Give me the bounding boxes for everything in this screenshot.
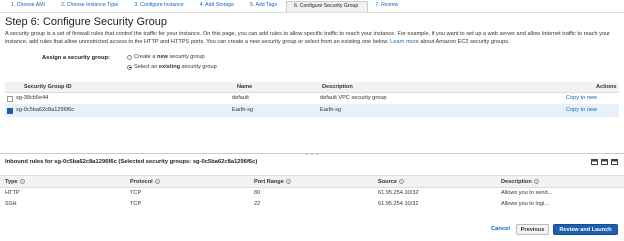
inbound-rules-title: Inbound rules for sg-0c5ba62c8a1296f6c (…: [5, 159, 258, 165]
rule-source-cell: 61.95.254.10/32: [378, 190, 419, 196]
rule-type-cell: SSH: [5, 201, 17, 207]
rule-source-cell: 61.95.254.10/32: [378, 201, 419, 207]
rule-port-cell: 22: [254, 201, 261, 207]
row-checkbox[interactable]: [7, 108, 13, 114]
full-view-icon[interactable]: [611, 159, 618, 165]
radio-create-new-post: security group: [169, 54, 205, 60]
wizard-step-choose-ami[interactable]: 1. Choose AMI: [4, 1, 54, 12]
radio-existing-post: security group: [181, 64, 217, 70]
sg-description-cell: default VPC security group: [320, 95, 387, 101]
radio-create-new-pre: Create a: [134, 54, 156, 60]
rule-protocol-cell: TCP: [130, 190, 142, 196]
sg-name-cell: Earth-sg: [232, 107, 254, 113]
col-port-label: Port Range: [254, 179, 284, 185]
inbound-rules-table: Type i Protocol i Port Range i Source i Desc…: [0, 175, 624, 210]
col-header-type: Type i: [5, 176, 25, 188]
radio-create-new-bold: new: [157, 54, 168, 60]
col-protocol-label: Protocol: [130, 179, 153, 185]
table-row[interactable]: sg-38cb5e44 default default VPC security…: [5, 93, 619, 105]
col-header-description[interactable]: Description: [322, 82, 353, 93]
rule-port-cell: 80: [254, 190, 261, 196]
review-and-launch-button[interactable]: Review and Launch: [553, 224, 618, 235]
col-desc-label: Description: [501, 179, 532, 185]
wizard-step-review[interactable]: 7. Review: [368, 1, 407, 12]
sg-id-cell: sg-38cb5e44: [16, 95, 49, 101]
table-row: HTTP TCP 80 61.95.254.10/32 Allows you t…: [0, 188, 624, 199]
resize-grip-icon[interactable]: • • •: [306, 152, 319, 158]
sg-description-cell: Earth-sg: [320, 107, 342, 113]
cancel-button[interactable]: Cancel: [491, 226, 510, 232]
radio-existing-bold: existing: [158, 64, 181, 70]
info-icon[interactable]: i: [533, 179, 539, 185]
info-icon[interactable]: i: [398, 179, 404, 185]
radio-select-existing-button[interactable]: [127, 64, 132, 70]
previous-button[interactable]: Previous: [516, 224, 549, 235]
col-header-name[interactable]: Name: [237, 82, 252, 93]
bottom-view-icon[interactable]: [601, 159, 608, 165]
col-header-port-range: Port Range i: [254, 176, 291, 188]
sg-table-header: Security Group ID Name Description Actio…: [5, 82, 619, 93]
radio-create-new[interactable]: Create a new security group: [127, 54, 205, 60]
split-view-icon[interactable]: [591, 159, 598, 165]
sg-id-cell: sg-0c5ba62c8a1296f6c: [16, 107, 75, 113]
security-group-table: Security Group ID Name Description Actio…: [5, 82, 619, 117]
row-checkbox[interactable]: [7, 96, 13, 102]
col-header-description: Description i: [501, 176, 539, 188]
radio-select-existing[interactable]: Select an existing security group: [127, 64, 217, 70]
rule-protocol-cell: TCP: [130, 201, 142, 207]
info-icon[interactable]: i: [154, 179, 160, 185]
inbound-table-header: Type i Protocol i Port Range i Source i Desc…: [0, 175, 624, 188]
info-icon[interactable]: i: [19, 179, 25, 185]
radio-create-new-button[interactable]: [127, 54, 132, 60]
wizard-step-configure-instance[interactable]: 3. Configure Instance: [127, 1, 192, 12]
description-text: A security group is a set of firewall ru…: [5, 31, 611, 45]
rule-description-cell: Allows you to send...: [501, 190, 553, 196]
table-row[interactable]: sg-0c5ba62c8a1296f6c Earth-sg Earth-sg C…: [5, 105, 619, 117]
wizard-steps: 1. Choose AMI 2. Choose Instance Type 3.…: [0, 0, 624, 13]
page-title: Step 6: Configure Security Group: [5, 16, 168, 28]
rule-description-cell: Allows you to logi...: [501, 201, 549, 207]
wizard-step-add-storage[interactable]: 4. Add Storage: [193, 1, 243, 12]
col-type-label: Type: [5, 179, 18, 185]
col-header-sg-id[interactable]: Security Group ID: [24, 82, 72, 93]
col-source-label: Source: [378, 179, 397, 185]
col-header-protocol: Protocol i: [130, 176, 160, 188]
sg-name-cell: default: [232, 95, 249, 101]
description-tail: about Amazon EC2 security groups.: [420, 39, 510, 45]
rule-type-cell: HTTP: [5, 190, 20, 196]
copy-to-new-link[interactable]: Copy to new: [566, 93, 597, 104]
table-row: SSH TCP 22 61.95.254.10/32 Allows you to…: [0, 199, 624, 210]
copy-to-new-link[interactable]: Copy to new: [566, 105, 597, 116]
info-icon[interactable]: i: [285, 179, 291, 185]
wizard-step-security-group[interactable]: 6. Configure Security Group: [285, 1, 369, 12]
wizard-step-add-tags[interactable]: 5. Add Tags: [243, 1, 286, 12]
col-header-actions: Actions: [596, 84, 617, 90]
col-header-source: Source i: [378, 176, 404, 188]
assign-sg-label: Assign a security group:: [42, 55, 110, 61]
page-description: A security group is a set of firewall ru…: [5, 30, 619, 46]
learn-more-link[interactable]: Learn more: [390, 39, 419, 45]
wizard-step-instance-type[interactable]: 2. Choose Instance Type: [54, 1, 127, 12]
view-toggle-group: [591, 159, 618, 165]
radio-existing-pre: Select an: [134, 64, 158, 70]
